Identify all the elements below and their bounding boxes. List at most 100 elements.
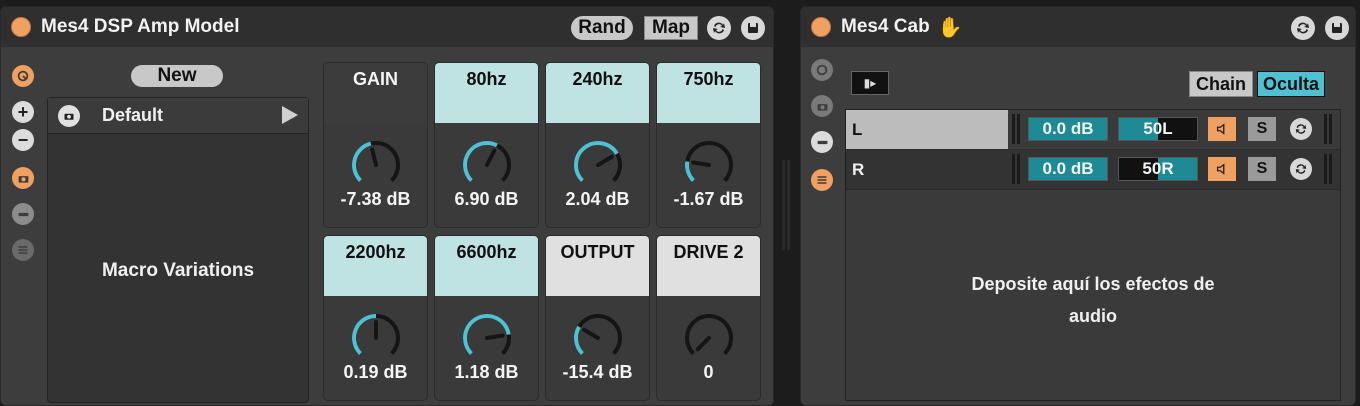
chain-name-field[interactable]: R	[846, 150, 1008, 189]
amp-power-toggle[interactable]	[11, 17, 31, 37]
knob-pointer	[370, 147, 378, 167]
knob-label: 6600hz	[435, 236, 538, 296]
knob-output[interactable]: OUTPUT -15.4 dB	[545, 235, 650, 401]
level-meter	[1324, 154, 1333, 184]
macro-map-icon[interactable]	[12, 65, 34, 87]
knob-dial[interactable]	[346, 308, 406, 368]
hand-icon: ✋	[937, 16, 963, 39]
knob-label: OUTPUT	[546, 236, 649, 296]
knob-dial[interactable]	[457, 308, 517, 368]
chain-volume-field[interactable]: 0.0 dB	[1028, 117, 1108, 141]
knob-2200hz[interactable]: 2200hz 0.19 dB	[323, 235, 428, 401]
cab-titlebar: Mes4 Cab ✋	[801, 7, 1355, 47]
hide-chain-button[interactable]: Oculta	[1257, 71, 1325, 97]
chain-solo-button[interactable]: S	[1248, 117, 1276, 141]
knob-value: 2.04 dB	[565, 189, 630, 209]
chain-hot-swap-icon[interactable]	[1290, 158, 1312, 180]
cab-device: Mes4 Cab ✋ ▮▸ Chain Oculta L 0.0 dB 50L S R 0…	[800, 6, 1356, 406]
knob-pointer	[691, 160, 711, 167]
knob-value: 1.18 dB	[454, 362, 519, 382]
knob-750hz[interactable]: 750hz -1.67 dB	[656, 62, 761, 228]
macro-variations-panel: Default Macro Variations	[47, 97, 309, 403]
level-meter	[1324, 114, 1333, 144]
drop-zone-line-2: audio	[1069, 306, 1117, 326]
knob-value: -1.67 dB	[673, 189, 744, 209]
remove-macro-icon[interactable]: −	[12, 129, 34, 151]
knob-label: 80hz	[435, 63, 538, 123]
add-macro-icon[interactable]: +	[12, 101, 34, 123]
knob-dial[interactable]	[679, 308, 739, 368]
map-button[interactable]: Map	[644, 16, 698, 40]
knob-label: GAIN	[324, 63, 427, 123]
drop-zone-line-1: Deposite aquí los efectos de	[971, 274, 1215, 294]
cab-save-icon[interactable]	[1325, 16, 1349, 40]
rand-button[interactable]: Rand	[571, 16, 633, 40]
chain-pan-field[interactable]: 50L	[1118, 117, 1198, 141]
knob-value: 0	[703, 362, 714, 382]
knob-pointer	[485, 333, 505, 340]
preset-camera-icon[interactable]	[58, 104, 80, 127]
amp-device-title[interactable]: Mes4 DSP Amp Model	[41, 16, 240, 38]
knob-gain[interactable]: GAIN -7.38 dB	[323, 62, 428, 228]
play-icon[interactable]	[282, 106, 298, 124]
chain-row-r[interactable]: R 0.0 dB 50R S	[846, 150, 1340, 190]
chain-activator-speaker-icon[interactable]	[1208, 117, 1236, 141]
knob-dial[interactable]	[568, 308, 628, 368]
knob-value: 6.90 dB	[454, 189, 519, 209]
chain-volume-field[interactable]: 0.0 dB	[1028, 157, 1108, 181]
knob-label: 240hz	[546, 63, 649, 123]
snapshot-camera-icon[interactable]	[12, 167, 34, 189]
cab-chain-toggle-icon[interactable]	[811, 131, 833, 153]
cab-hot-swap-icon[interactable]	[1291, 16, 1315, 40]
knob-pointer	[485, 148, 497, 167]
cab-camera-icon[interactable]	[811, 95, 833, 117]
knob-value-arc	[685, 161, 695, 182]
knob-pointer	[582, 327, 600, 340]
macro-variations-label: Macro Variations	[101, 260, 255, 281]
chain-toggle-button[interactable]: Chain	[1189, 71, 1253, 97]
cab-macro-map-icon[interactable]	[811, 59, 833, 81]
chain-hot-swap-icon[interactable]	[1290, 118, 1312, 140]
list-icon[interactable]	[12, 239, 34, 261]
chain-toggle-icon[interactable]	[12, 203, 34, 225]
knob-value-arc	[352, 314, 377, 355]
knob-value: -15.4 dB	[562, 362, 633, 382]
chain-solo-button[interactable]: S	[1248, 157, 1276, 181]
preset-row[interactable]: Default	[48, 98, 308, 134]
knob-label: 750hz	[657, 63, 760, 123]
cab-chain-list-icon[interactable]	[811, 169, 833, 191]
knob-track	[685, 314, 733, 355]
chain-list: L 0.0 dB 50L S R 0.0 dB 50R S Deposite aquí los…	[845, 109, 1341, 401]
knob-dial[interactable]	[346, 135, 406, 195]
knob-label: 2200hz	[324, 236, 427, 296]
knob-value-arc	[574, 141, 619, 182]
knob-value-arc	[463, 141, 498, 182]
knob-6600hz[interactable]: 6600hz 1.18 dB	[434, 235, 539, 401]
knob-value-arc	[574, 325, 584, 355]
knob-80hz[interactable]: 80hz 6.90 dB	[434, 62, 539, 228]
chain-name-field[interactable]: L	[846, 110, 1008, 149]
chain-pan-field[interactable]: 50R	[1118, 157, 1198, 181]
knob-label: DRIVE 2	[657, 236, 760, 296]
amp-hot-swap-icon[interactable]	[707, 16, 731, 40]
amp-device: Mes4 DSP Amp Model Rand Map + − New Defa…	[0, 6, 774, 406]
cab-power-toggle[interactable]	[811, 17, 831, 37]
chain-row-l[interactable]: L 0.0 dB 50L S	[846, 110, 1340, 150]
knob-value: 0.19 dB	[343, 362, 408, 382]
cab-device-title[interactable]: Mes4 Cab	[841, 16, 930, 38]
new-variation-button[interactable]: New	[131, 65, 223, 87]
knob-pointer	[695, 336, 711, 352]
knob-dial[interactable]	[679, 135, 739, 195]
knob-drive-2[interactable]: DRIVE 2 0	[656, 235, 761, 401]
device-divider[interactable]	[782, 160, 790, 250]
amp-save-icon[interactable]	[741, 16, 765, 40]
knob-240hz[interactable]: 240hz 2.04 dB	[545, 62, 650, 228]
chain-volume-value: 0.0 dB	[1042, 119, 1094, 138]
chain-pan-value: 50L	[1143, 119, 1173, 138]
chain-volume-value: 0.0 dB	[1042, 159, 1094, 178]
knob-dial[interactable]	[457, 135, 517, 195]
preset-name: Default	[102, 105, 164, 125]
chain-activator-speaker-icon[interactable]	[1208, 157, 1236, 181]
chain-play-icon[interactable]: ▮▸	[851, 71, 889, 95]
knob-dial[interactable]	[568, 135, 628, 195]
